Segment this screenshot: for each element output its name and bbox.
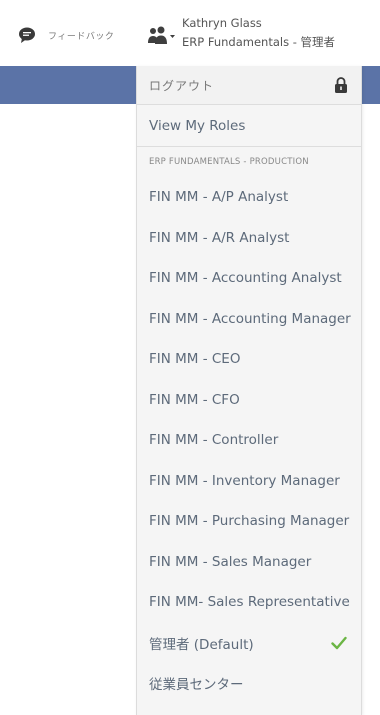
role-label: FIN MM - Accounting Analyst: [149, 270, 342, 287]
role-item-ap-analyst[interactable]: FIN MM - A/P Analyst: [137, 177, 361, 218]
role-item-sales-manager[interactable]: FIN MM - Sales Manager: [137, 542, 361, 583]
role-item-admin-default[interactable]: 管理者 (Default): [137, 623, 361, 664]
user-dropdown-menu: ログアウト View My Roles ERP FUNDAMENTALS - P…: [136, 66, 362, 715]
role-label: FIN MM - A/P Analyst: [149, 189, 289, 206]
role-label: FIN MM- Sales Representative: [149, 594, 350, 611]
user-role: ERP Fundamentals - 管理者: [182, 35, 336, 49]
role-label: FIN MM - Purchasing Manager: [149, 513, 350, 530]
role-item-controller[interactable]: FIN MM - Controller: [137, 420, 361, 461]
role-label: FIN MM - Inventory Manager: [149, 472, 340, 489]
feedback-label: フィードバック: [48, 31, 115, 42]
role-item-sales-representative[interactable]: FIN MM- Sales Representative: [137, 582, 361, 623]
logout-menu-item[interactable]: ログアウト: [137, 66, 361, 105]
role-item-ceo[interactable]: FIN MM - CEO: [137, 339, 361, 380]
role-label: FIN MM - A/R Analyst: [149, 229, 290, 246]
role-item-accounting-analyst[interactable]: FIN MM - Accounting Analyst: [137, 258, 361, 299]
role-label: 管理者 (Default): [149, 636, 254, 653]
role-item-ar-analyst[interactable]: FIN MM - A/R Analyst: [137, 218, 361, 259]
role-section-header: ERP FUNDAMENTALS - PRODUCTION: [149, 157, 309, 167]
speech-bubble-icon: [19, 27, 35, 43]
user-menu-trigger[interactable]: Kathryn Glass ERP Fundamentals - 管理者: [140, 12, 380, 58]
feedback-link[interactable]: フィードバック: [18, 26, 114, 44]
logout-label: ログアウト: [149, 78, 215, 93]
role-item-purchasing-manager[interactable]: FIN MM - Purchasing Manager: [137, 501, 361, 542]
checkmark-icon: [331, 636, 347, 649]
view-my-roles-link[interactable]: View My Roles: [137, 105, 361, 147]
role-item-cfo[interactable]: FIN MM - CFO: [137, 380, 361, 421]
top-bar: フィードバック Kathryn Glass ERP Fundamentals -…: [0, 0, 380, 66]
role-label: FIN MM - Sales Manager: [149, 553, 312, 570]
role-item-accounting-manager[interactable]: FIN MM - Accounting Manager: [137, 299, 361, 340]
role-item-employee-center[interactable]: 従業員センター: [137, 663, 361, 704]
users-icon: [148, 26, 175, 44]
role-label: FIN MM - CFO: [149, 391, 240, 408]
user-name: Kathryn Glass: [182, 16, 262, 30]
caret-down-icon: [170, 35, 175, 38]
role-label: FIN MM - Accounting Manager: [149, 310, 351, 327]
role-label: 従業員センター: [149, 677, 244, 694]
role-item-inventory-manager[interactable]: FIN MM - Inventory Manager: [137, 461, 361, 502]
role-label: FIN MM - CEO: [149, 351, 241, 368]
lock-icon: [335, 77, 347, 93]
role-label: FIN MM - Controller: [149, 432, 279, 449]
